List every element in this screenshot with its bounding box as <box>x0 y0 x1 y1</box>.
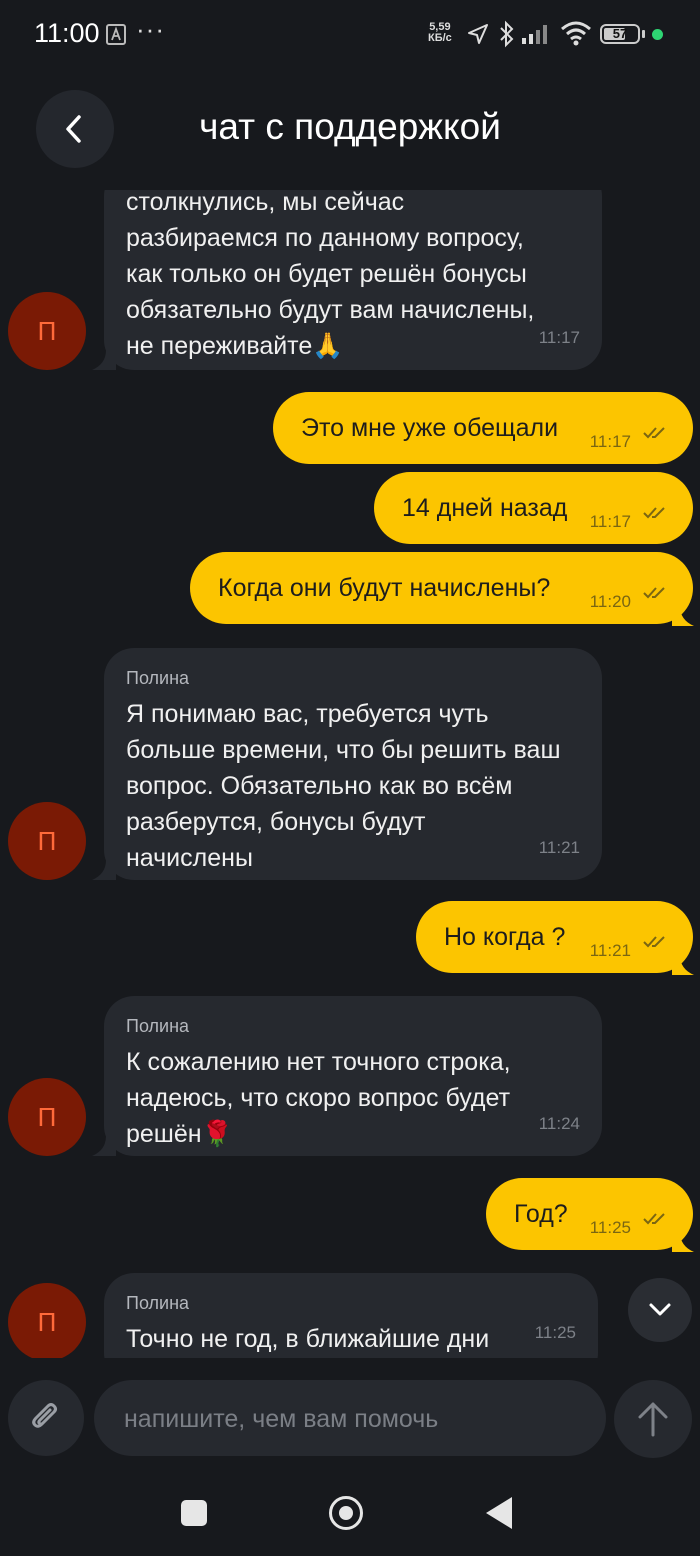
incoming-message: Полина Точно не год, в ближайшие дни 11:… <box>104 1273 598 1358</box>
message-line: надеюсь, что скоро вопрос будет <box>126 1084 511 1112</box>
send-button[interactable] <box>614 1380 692 1458</box>
message-line: столкнулись, мы сейчас <box>126 190 405 216</box>
more-notifications-icon: ··· <box>136 14 165 44</box>
message-line: Я понимаю вас, требуется чуть <box>126 700 489 728</box>
scroll-to-bottom-button[interactable] <box>628 1278 692 1342</box>
location-icon <box>468 24 488 44</box>
sender-name: Полина <box>126 668 190 688</box>
message-line: решён🌹 <box>126 1120 233 1148</box>
message-text: Это мне уже обещали <box>301 414 559 442</box>
wifi-icon <box>561 21 591 46</box>
message-line: обязательно будут вам начислены, <box>126 296 535 324</box>
network-speed: 5,59 КБ/с <box>428 21 452 44</box>
outgoing-message: 14 дней назад 11:17 <box>374 472 693 544</box>
bubble-tail <box>92 1136 116 1156</box>
message-line: не переживайте🙏 <box>126 332 344 360</box>
outgoing-message: Это мне уже обещали 11:17 <box>273 392 693 464</box>
message-text: Год? <box>514 1200 568 1228</box>
message-input-container <box>94 1380 606 1458</box>
double-check-icon <box>643 1213 665 1225</box>
message-line: разберутся, бонусы будут <box>126 808 426 836</box>
chat-history[interactable]: столкнулись, мы сейчас разбираемся по да… <box>0 190 700 1358</box>
message-time: 11:20 <box>589 592 631 611</box>
message-time: 11:17 <box>589 432 631 451</box>
chevron-down-icon <box>649 1303 671 1316</box>
battery-icon: 57 <box>600 24 640 44</box>
message-time: 11:21 <box>538 838 580 857</box>
bubble-tail <box>92 860 116 880</box>
home-button-dot <box>339 1506 353 1520</box>
bluetooth-icon <box>500 20 514 48</box>
double-check-icon <box>643 936 665 948</box>
message-line: разбираемся по данному вопросу, <box>126 224 524 252</box>
message-line: Точно не год, в ближайшие дни <box>126 1325 490 1353</box>
recent-apps-button[interactable] <box>181 1500 207 1526</box>
message-input[interactable] <box>122 1380 586 1458</box>
avatar: П <box>8 292 86 370</box>
message-line: как только он будет решён бонусы <box>126 260 527 288</box>
message-line: начислены <box>126 844 253 872</box>
battery-tip <box>642 30 645 38</box>
system-back-button[interactable] <box>486 1497 512 1529</box>
status-time: 11:00 <box>34 18 100 48</box>
outgoing-message: Когда они будут начислены? 11:20 <box>190 552 693 624</box>
outgoing-message: Но когда ? 11:21 <box>416 901 693 973</box>
avatar: П <box>8 1283 86 1358</box>
message-text: 14 дней назад <box>402 494 568 522</box>
privacy-indicator-dot <box>652 29 663 40</box>
bubble-tail <box>672 1232 694 1252</box>
paperclip-icon <box>32 1403 57 1428</box>
message-time: 11:17 <box>538 328 580 347</box>
home-button[interactable] <box>329 1496 363 1530</box>
sender-name: Полина <box>126 1016 190 1036</box>
message-text: Когда они будут начислены? <box>218 574 551 602</box>
message-time: 11:17 <box>589 512 631 531</box>
incoming-message: Полина Я понимаю вас, требуется чуть бол… <box>104 648 602 880</box>
message-text: Но когда ? <box>444 923 566 951</box>
outgoing-message: Год? 11:25 <box>486 1178 693 1250</box>
incoming-message: Полина К сожалению нет точного строка, н… <box>104 996 602 1156</box>
send-arrow-icon <box>638 1402 668 1437</box>
app-notification-icon <box>106 24 126 45</box>
message-line: вопрос. Обязательно как во всём <box>126 772 513 800</box>
page-title: чат с поддержкой <box>199 106 501 147</box>
message-time: 11:25 <box>589 1218 631 1237</box>
incoming-message: столкнулись, мы сейчас разбираемся по да… <box>104 190 602 370</box>
avatar: П <box>8 802 86 880</box>
double-check-icon <box>643 507 665 519</box>
bubble-tail <box>672 606 694 626</box>
message-line: К сожалению нет точного строка, <box>126 1048 511 1076</box>
bubble-tail <box>92 350 116 370</box>
avatar: П <box>8 1078 86 1156</box>
message-time: 11:25 <box>534 1323 576 1342</box>
status-bar: 11:00 ··· 5,59 КБ/с 57 <box>0 0 700 70</box>
attach-button[interactable] <box>8 1380 84 1456</box>
bubble-tail <box>672 955 694 975</box>
signal-icon <box>522 25 547 44</box>
double-check-icon <box>643 427 665 439</box>
double-check-icon <box>643 587 665 599</box>
message-time: 11:24 <box>538 1114 580 1133</box>
message-line: больше времени, что бы решить ваш <box>126 736 561 764</box>
message-time: 11:21 <box>589 941 631 960</box>
sender-name: Полина <box>126 1293 190 1313</box>
